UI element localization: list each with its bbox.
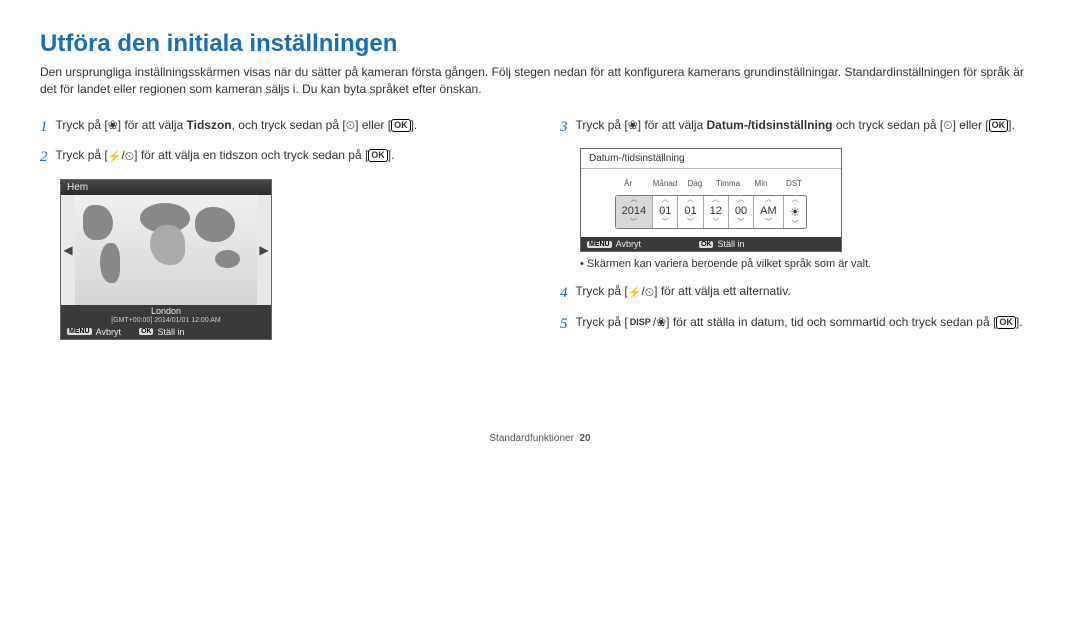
page-footer: Standardfunktioner 20 xyxy=(40,433,1040,444)
dst-icon xyxy=(788,203,803,221)
step-5-text: Tryck på [DISP/] för att ställa in datum… xyxy=(576,313,1041,336)
ok-icon: OK xyxy=(989,119,1009,132)
ampm-cell[interactable]: ︿ AM ﹀ xyxy=(754,196,784,228)
set-button[interactable]: OKStäll in xyxy=(699,239,745,249)
right-column: 3 Tryck på [] för att välja Datum-/tidsi… xyxy=(560,116,1040,344)
step-4: 4 Tryck på [/] för att välja ett alterna… xyxy=(560,282,1040,305)
set-button[interactable]: OKStäll in xyxy=(139,327,185,337)
macro-icon xyxy=(108,116,118,134)
ok-icon: OK xyxy=(368,149,388,162)
datetime-footer: MENUAvbryt OKStäll in xyxy=(581,237,841,251)
step-1-number: 1 xyxy=(40,116,48,139)
timezone-screen: Hem ◀ ▶ London [GMT+00:00] 2014/01/01 12… xyxy=(60,179,272,340)
timer-icon xyxy=(125,147,134,165)
ok-icon: OK xyxy=(391,119,411,132)
map-left-arrow[interactable]: ◀ xyxy=(61,243,75,257)
intro-text: Den ursprungliga inställningsskärmen vis… xyxy=(40,64,1040,98)
hour-cell[interactable]: ︿ 12 ﹀ xyxy=(704,196,729,228)
step-4-text: Tryck på [/] för att välja ett alternati… xyxy=(576,282,1041,305)
step-1: 1 Tryck på [] för att välja Tidszon, och… xyxy=(40,116,520,139)
datetime-row: ︿ 2014 ﹀ ︿ 01 ﹀ ︿ 01 ﹀ ︿ xyxy=(615,195,808,229)
year-cell[interactable]: ︿ 2014 ﹀ xyxy=(616,196,653,228)
map-right-arrow[interactable]: ▶ xyxy=(257,243,271,257)
step-3-number: 3 xyxy=(560,116,568,139)
month-cell[interactable]: ︿ 01 ﹀ xyxy=(653,196,678,228)
datetime-labels: År Månad Dag Timma Min DST xyxy=(589,179,833,190)
note-text: Skärmen kan variera beroende på vilket s… xyxy=(580,258,1040,270)
step-3-text: Tryck på [] för att välja Datum-/tidsins… xyxy=(576,116,1041,139)
timer-icon xyxy=(943,116,952,134)
world-map xyxy=(75,195,257,305)
left-column: 1 Tryck på [] för att välja Tidszon, och… xyxy=(40,116,520,344)
minute-cell[interactable]: ︿ 00 ﹀ xyxy=(729,196,754,228)
timezone-footer: MENUAvbryt OKStäll in xyxy=(61,325,271,339)
step-2-text: Tryck på [/] för att välja en tidszon oc… xyxy=(56,146,521,169)
datetime-screen: Datum-/tidsinställning År Månad Dag Timm… xyxy=(580,148,842,252)
down-arrow-icon: ﹀ xyxy=(630,219,637,226)
map-area: ◀ ▶ xyxy=(61,195,271,305)
flash-icon xyxy=(108,147,122,166)
step-2-number: 2 xyxy=(40,146,48,169)
day-cell[interactable]: ︿ 01 ﹀ xyxy=(678,196,703,228)
disp-icon: DISP xyxy=(628,316,653,330)
step-5: 5 Tryck på [DISP/] för att ställa in dat… xyxy=(560,313,1040,336)
step-4-number: 4 xyxy=(560,282,568,305)
page-title: Utföra den initiala inställningen xyxy=(40,30,1040,58)
step-5-number: 5 xyxy=(560,313,568,336)
cancel-button[interactable]: MENUAvbryt xyxy=(67,327,121,337)
step-3: 3 Tryck på [] för att välja Datum-/tidsi… xyxy=(560,116,1040,139)
macro-icon xyxy=(628,116,638,134)
step-1-text: Tryck på [] för att välja Tidszon, och t… xyxy=(56,116,521,139)
macro-icon xyxy=(656,313,666,331)
dst-cell[interactable]: ︿ ﹀ xyxy=(784,196,807,228)
cancel-button[interactable]: MENUAvbryt xyxy=(587,239,641,249)
timer-icon xyxy=(346,116,355,134)
step-2: 2 Tryck på [/] för att välja en tidszon … xyxy=(40,146,520,169)
ok-icon: OK xyxy=(996,316,1016,329)
timezone-screen-header: Hem xyxy=(61,180,271,195)
gmt-label: [GMT+00:00] 2014/01/01 12:00 AM xyxy=(61,317,271,325)
city-label: London xyxy=(61,305,271,317)
flash-icon xyxy=(628,283,642,302)
timer-icon xyxy=(645,283,654,301)
datetime-header: Datum-/tidsinställning xyxy=(581,149,841,169)
up-arrow-icon: ︿ xyxy=(630,196,637,203)
